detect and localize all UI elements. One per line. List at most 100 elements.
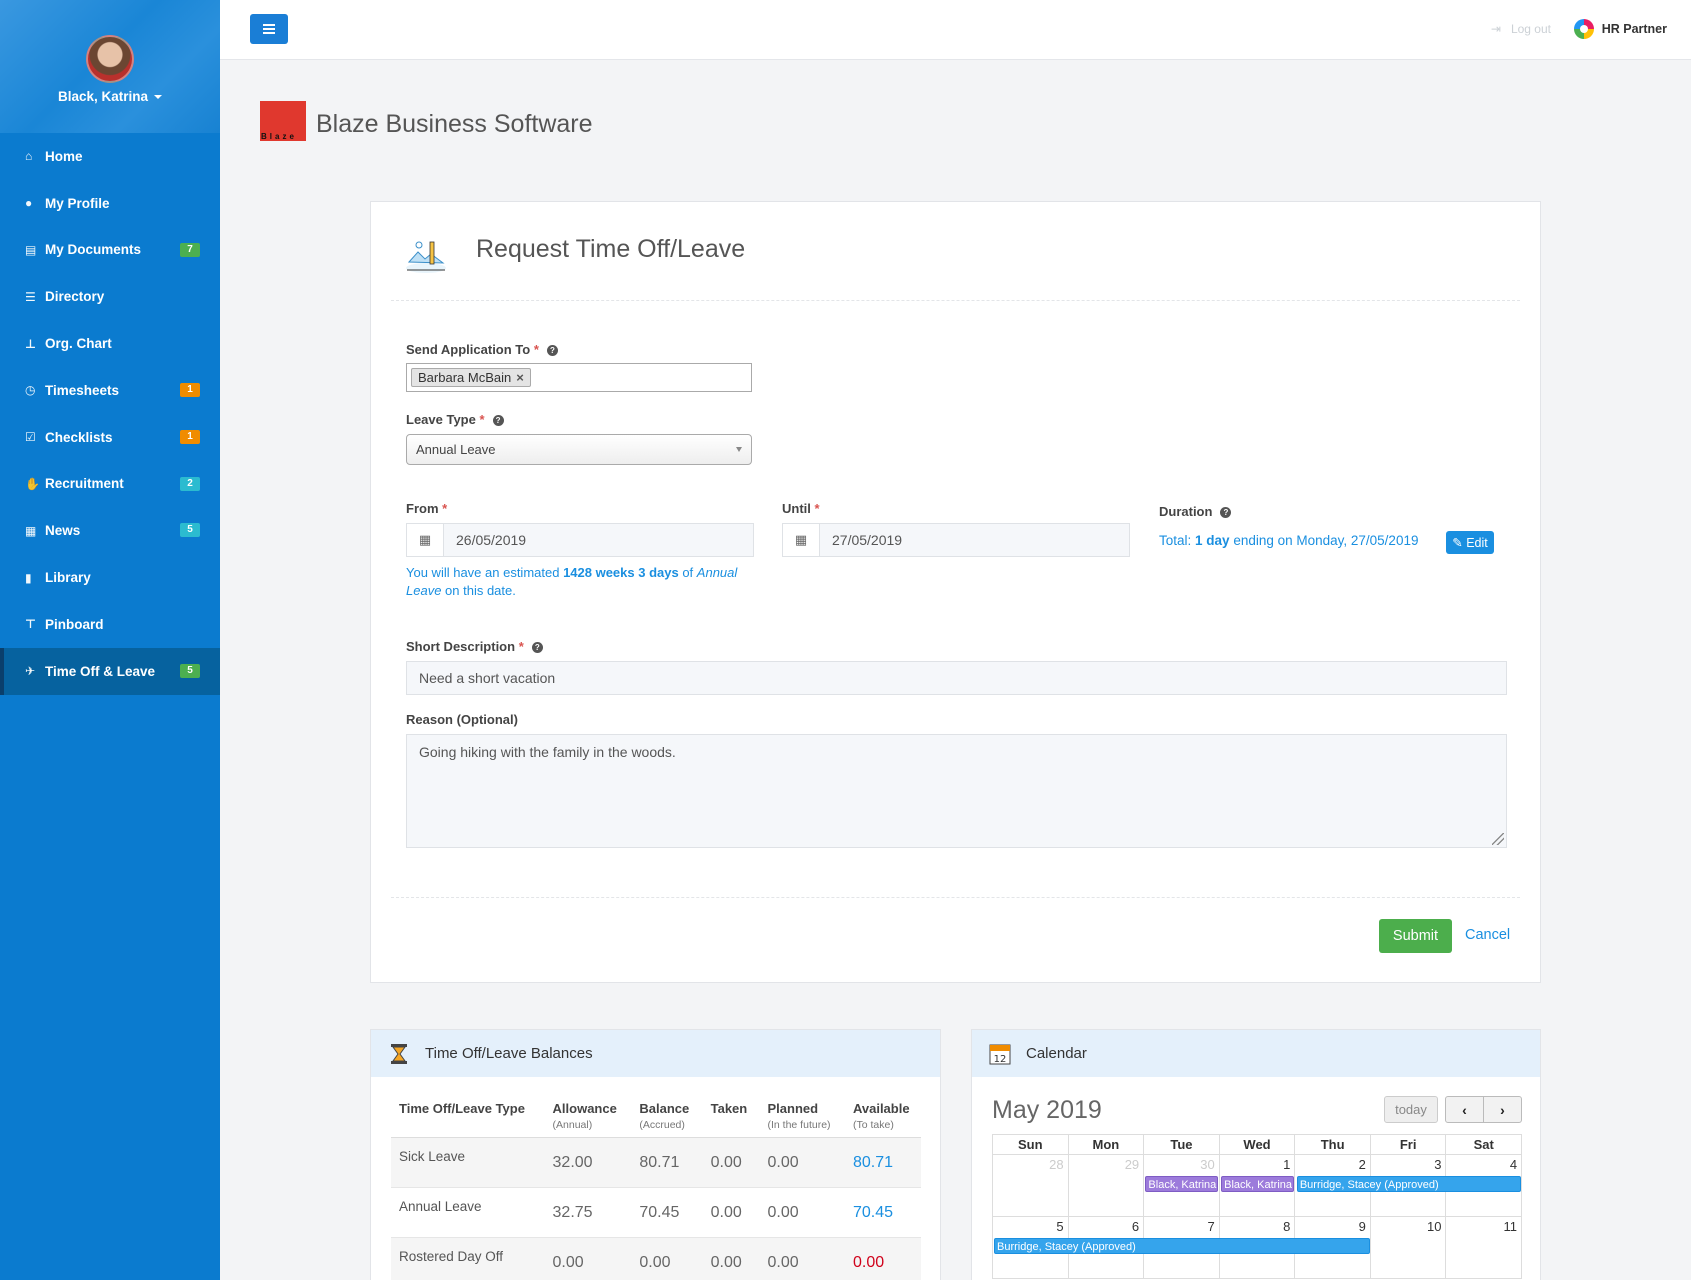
hourglass-icon — [391, 1043, 407, 1064]
help-icon[interactable]: ? — [1220, 507, 1232, 518]
brand-name: HR Partner — [1601, 22, 1667, 36]
table-row: Annual Leave32.7570.450.000.0070.45I — [391, 1187, 921, 1238]
sidebar-item-label: Timesheets — [45, 382, 120, 398]
sidebar-item-my-profile[interactable]: ● My Profile — [0, 180, 220, 227]
logout-link[interactable]: ⇥ Log out — [1491, 22, 1551, 36]
calendar-event[interactable]: Black, Katrina — [1221, 1176, 1294, 1192]
column-header[interactable]: Planned (In the future) — [759, 1092, 845, 1138]
sidebar-item-label: Recruitment — [45, 476, 124, 492]
calendar-icon[interactable]: ▦ — [406, 523, 444, 557]
cell-type: Annual Leave — [391, 1187, 545, 1238]
sidebar-item-recruitment[interactable]: ✋ Recruitment 2 — [0, 461, 220, 508]
sidebar-item-library[interactable]: ▮ Library — [0, 554, 220, 601]
leave-type-select[interactable]: Annual Leave — [406, 434, 752, 465]
sidebar: Black, Katrina ⌂ Home ● My Profile ▤ My Docum… — [0, 0, 220, 1280]
pin-icon: ⊤ — [25, 617, 36, 632]
edit-icon: ✎ — [1452, 536, 1467, 550]
until-date-input[interactable]: 27/05/2019 — [820, 523, 1130, 557]
until-date-picker: ▦ 27/05/2019 — [782, 523, 1130, 557]
cancel-link[interactable]: Cancel — [1465, 927, 1510, 943]
newspaper-icon: ▦ — [25, 523, 37, 538]
reason-textarea[interactable]: Going hiking with the family in the wood… — [406, 734, 1507, 848]
menu-toggle-button[interactable] — [250, 14, 288, 44]
help-icon[interactable]: ? — [492, 415, 504, 426]
send-to-field[interactable]: Barbara McBain × — [406, 363, 752, 392]
card-header: 12 Calendar — [972, 1030, 1540, 1077]
cell-available: 70.45 — [844, 1187, 921, 1238]
cell-type: Rostered Day Off — [391, 1237, 545, 1280]
column-header[interactable]: Balance (Accrued) — [631, 1092, 703, 1138]
sidebar-item-pinboard[interactable]: ⊤ Pinboard — [0, 601, 220, 648]
leave-estimate: You will have an estimated 1428 weeks 3 … — [406, 565, 738, 598]
cell-allowance: 32.00 — [544, 1137, 632, 1188]
resize-handle[interactable] — [1492, 833, 1504, 845]
day-of-week-header: Mon — [1068, 1135, 1145, 1155]
submit-button[interactable]: Submit — [1379, 919, 1452, 953]
avatar[interactable] — [86, 35, 134, 83]
today-button[interactable]: today — [1384, 1096, 1438, 1123]
remove-tag-icon[interactable]: × — [516, 370, 524, 385]
sidebar-item-my-documents[interactable]: ▤ My Documents 7 — [0, 227, 220, 274]
sidebar-item-news[interactable]: ▦ News 5 — [0, 507, 220, 554]
help-icon[interactable]: ? — [531, 642, 543, 653]
from-label: From * — [406, 501, 448, 516]
edit-duration-button[interactable]: ✎ Edit — [1446, 531, 1494, 554]
page-title: Request Time Off/Leave — [476, 235, 746, 263]
from-date-input[interactable]: 26/05/2019 — [444, 523, 754, 557]
calendar-day[interactable]: 28 — [993, 1155, 1069, 1217]
calendar-event[interactable]: Black, Katrina — [1145, 1176, 1219, 1192]
card-title: Time Off/Leave Balances — [425, 1045, 593, 1062]
table-row: Sick Leave32.0080.710.000.0080.71I — [391, 1137, 921, 1188]
column-header[interactable]: Time Off/Leave Type — [391, 1092, 545, 1138]
calendar-icon[interactable]: ▦ — [782, 523, 820, 557]
clock-icon: ◷ — [25, 383, 36, 398]
cell-available: 0.00 — [844, 1237, 921, 1280]
sidebar-item-label: Pinboard — [45, 616, 104, 632]
home-icon: ⌂ — [25, 149, 33, 164]
day-of-week-header: Tue — [1144, 1135, 1220, 1155]
calendar-event[interactable]: Burridge, Stacey (Approved) — [994, 1238, 1370, 1254]
cell-available: 80.71 — [844, 1137, 921, 1188]
column-header[interactable]: Taken — [702, 1092, 760, 1138]
logout-icon: ⇥ — [1490, 22, 1505, 36]
next-month-button[interactable]: › — [1483, 1096, 1522, 1123]
recipient-tag: Barbara McBain × — [411, 368, 531, 387]
duration-summary: Total: 1 day ending on Monday, 27/05/201… — [1159, 533, 1419, 548]
calendar-card: 12 Calendar May 2019 today ‹ › Sun Mon Tue… — [971, 1029, 1541, 1280]
column-header[interactable]: Allowance (Annual) — [544, 1092, 632, 1138]
sidebar-item-home[interactable]: ⌂ Home — [0, 133, 220, 180]
calendar-event[interactable]: Burridge, Stacey (Approved) — [1296, 1176, 1521, 1192]
cell-planned: 0.00 — [759, 1237, 845, 1280]
user-menu[interactable]: Black, Katrina — [0, 89, 220, 104]
sidebar-item-directory[interactable]: ☰ Directory — [0, 273, 220, 320]
calendar-day[interactable]: 29 — [1068, 1155, 1145, 1217]
cell-planned: 0.00 — [759, 1137, 845, 1188]
calendar-grid: Sun Mon Tue Wed Thu Fri Sat 28 29 30 1 2 3 4 Black, K… — [992, 1134, 1523, 1279]
cell-taken: 0.00 — [702, 1137, 760, 1188]
calendar-day[interactable]: 10 — [1370, 1217, 1447, 1279]
day-of-week-header: Thu — [1295, 1135, 1371, 1155]
calendar-month: May 2019 — [992, 1096, 1102, 1124]
sidebar-item-timesheets[interactable]: ◷ Timesheets 1 — [0, 367, 220, 414]
cell-balance: 70.45 — [631, 1187, 703, 1238]
hr-partner-logo — [1573, 19, 1594, 39]
column-header[interactable]: Available (To take) — [844, 1092, 921, 1138]
duration-label: Duration? — [1159, 504, 1232, 519]
checkbox-icon: ☑ — [25, 430, 36, 445]
help-icon[interactable]: ? — [546, 345, 558, 356]
svg-text:12: 12 — [994, 1054, 1007, 1065]
prev-month-button[interactable]: ‹ — [1445, 1096, 1484, 1123]
balances-table: Time Off/Leave Type Allowance (Annual) Bala… — [391, 1092, 921, 1280]
count-badge: 5 — [180, 663, 200, 678]
day-of-week-header: Fri — [1370, 1135, 1447, 1155]
cell-allowance: 0.00 — [544, 1237, 632, 1280]
handshake-icon: ✋ — [25, 476, 40, 491]
top-bar: ⇥ Log out HR Partner — [220, 0, 1691, 60]
sidebar-item-org-chart[interactable]: ⊥ Org. Chart — [0, 320, 220, 367]
brand: HR Partner — [1573, 19, 1667, 39]
sidebar-item-checklists[interactable]: ☑ Checklists 1 — [0, 414, 220, 461]
short-description-input[interactable]: Need a short vacation — [406, 661, 1507, 695]
sidebar-item-time-off-leave[interactable]: ✈ Time Off & Leave 5 — [0, 647, 220, 695]
chevron-left-icon: ‹ — [1462, 1101, 1467, 1118]
calendar-day[interactable]: 11 — [1446, 1217, 1523, 1279]
